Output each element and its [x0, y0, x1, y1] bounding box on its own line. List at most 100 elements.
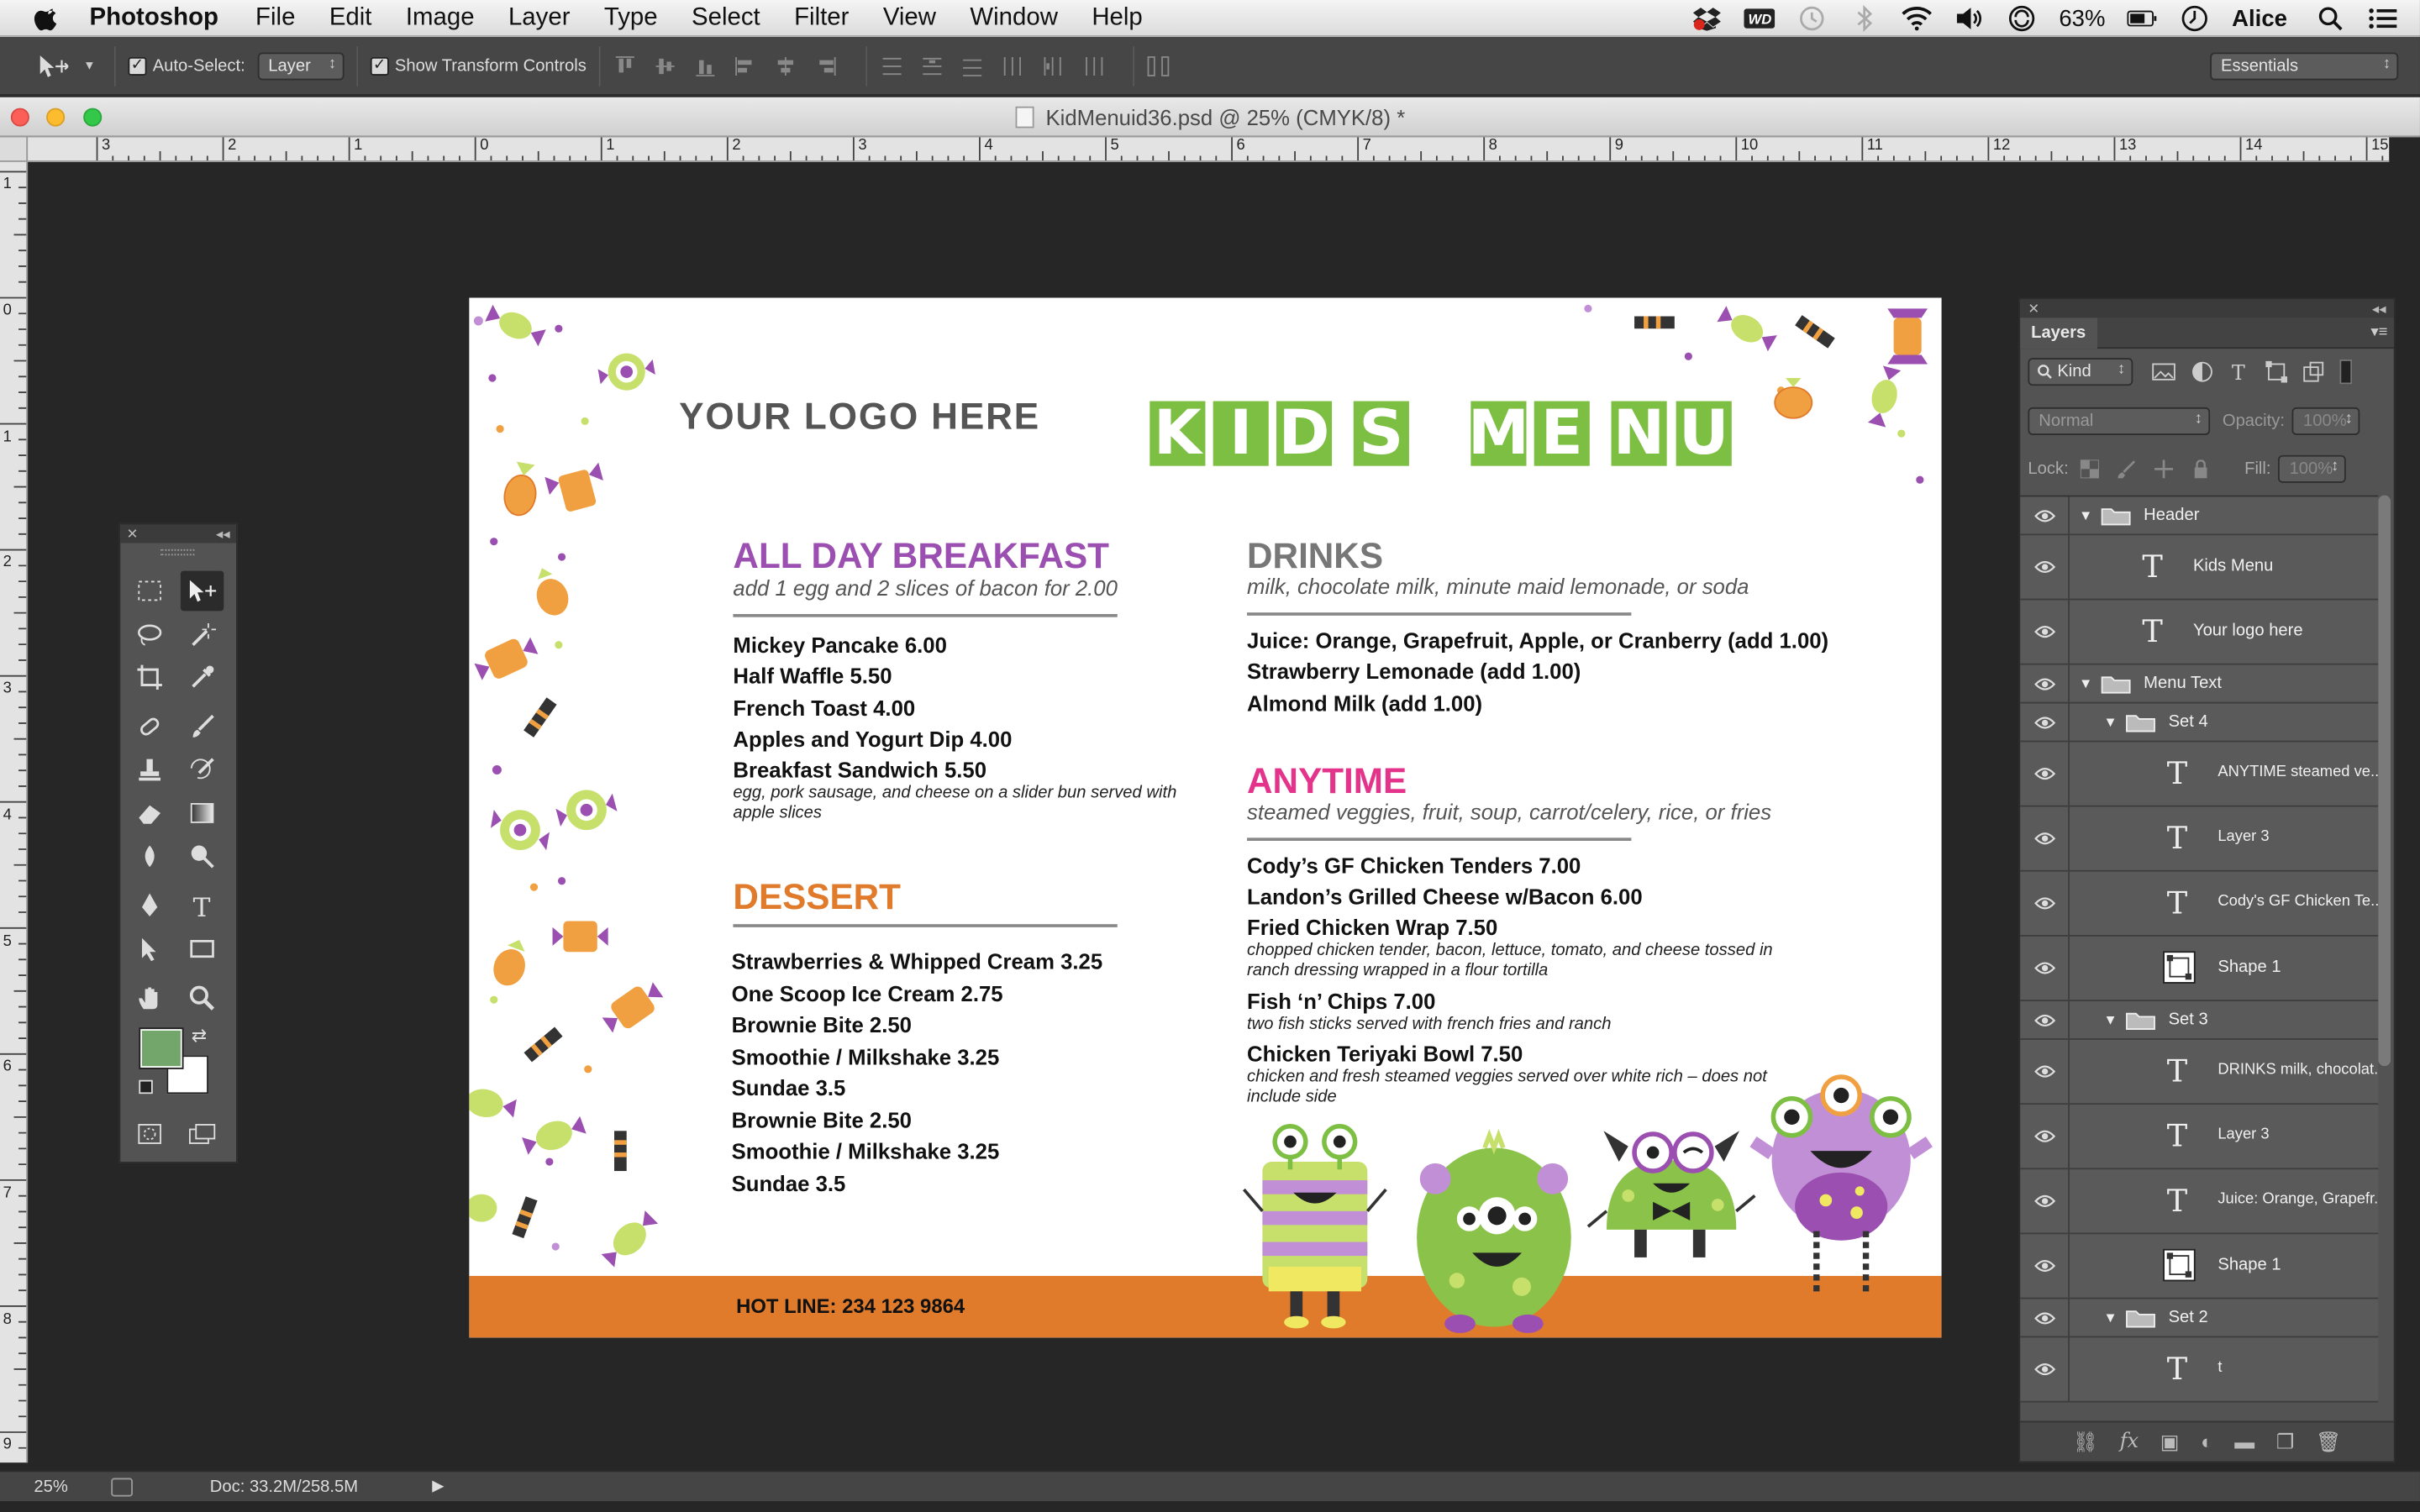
workspace-dropdown[interactable]: Essentials	[2210, 51, 2399, 80]
image-filter-icon[interactable]	[2151, 361, 2175, 383]
distribute-horizontal-centers-icon[interactable]	[1040, 52, 1065, 80]
type-filter-icon[interactable]: T	[2228, 361, 2250, 383]
layer-name[interactable]: Set 2	[2169, 1309, 2208, 1327]
menu-file[interactable]: File	[255, 4, 295, 32]
zoom-tool-icon[interactable]	[181, 978, 224, 1018]
healing-brush-tool-icon[interactable]	[128, 706, 171, 747]
time-machine-icon[interactable]	[1797, 3, 1828, 34]
filter-toggle[interactable]	[2339, 359, 2353, 385]
gradient-tool-icon[interactable]	[181, 793, 224, 833]
panel-menu-icon[interactable]: ▾≡	[2370, 324, 2387, 341]
brush-tool-icon[interactable]	[181, 706, 224, 747]
move-tool-icon[interactable]	[180, 570, 224, 612]
layer-row[interactable]: T Cody's GF Chicken Te...	[2020, 871, 2379, 937]
collapse-icon[interactable]: ◂◂	[2372, 300, 2386, 317]
hand-tool-icon[interactable]	[128, 978, 171, 1018]
layer-row[interactable]: T DRINKS milk, chocolat...	[2020, 1039, 2379, 1105]
visibility-eye-icon[interactable]	[2033, 1001, 2057, 1038]
layer-name[interactable]: Set 4	[2169, 713, 2208, 732]
menu-view[interactable]: View	[883, 4, 936, 32]
close-window-button[interactable]	[10, 108, 29, 127]
expand-triangle-icon[interactable]: ▼	[2079, 507, 2092, 522]
menu-image[interactable]: Image	[406, 4, 475, 32]
new-layer-icon[interactable]: ❐	[2276, 1430, 2294, 1454]
sync-icon[interactable]	[2007, 3, 2038, 34]
smart-object-filter-icon[interactable]	[2302, 361, 2324, 383]
auto-align-layers-icon[interactable]	[1147, 52, 1171, 80]
layer-row[interactable]: T Layer 3	[2020, 806, 2379, 872]
visibility-eye-icon[interactable]	[2033, 1105, 2057, 1168]
lock-position-icon[interactable]	[2154, 459, 2174, 479]
bluetooth-icon[interactable]	[1849, 3, 1881, 34]
visibility-eye-icon[interactable]	[2033, 496, 2057, 533]
layer-name[interactable]: t	[2217, 1359, 2222, 1376]
distribute-right-icon[interactable]	[1081, 52, 1105, 80]
delete-layer-icon[interactable]: 🗑	[2316, 1430, 2341, 1454]
wifi-icon[interactable]	[1902, 3, 1933, 34]
new-group-icon[interactable]: ▬	[2234, 1431, 2254, 1454]
layer-row[interactable]: T Juice: Orange, Grapefr...	[2020, 1169, 2379, 1235]
auto-select-dropdown[interactable]: Layer	[257, 51, 345, 80]
visibility-eye-icon[interactable]	[2033, 535, 2057, 598]
menu-help[interactable]: Help	[1092, 4, 1142, 32]
rectangular-marquee-tool-icon[interactable]	[128, 571, 171, 612]
tools-panel-header[interactable]: ✕ ◂◂	[120, 524, 237, 543]
swap-colors-icon[interactable]: ⇄	[192, 1025, 207, 1047]
visibility-eye-icon[interactable]	[2033, 1169, 2057, 1232]
user-name[interactable]: Alice	[2232, 5, 2287, 31]
layer-row[interactable]: Tt	[2020, 1337, 2379, 1403]
layer-name[interactable]: Header	[2144, 506, 2199, 524]
path-selection-tool-icon[interactable]	[128, 929, 171, 969]
layer-row[interactable]: T Kids Menu	[2020, 535, 2379, 601]
layer-name[interactable]: Your logo here	[2193, 622, 2303, 640]
menu-edit[interactable]: Edit	[329, 4, 372, 32]
layer-name[interactable]: Menu Text	[2144, 675, 2222, 693]
lock-all-icon[interactable]	[2192, 459, 2211, 479]
layer-group-row[interactable]: ▼ Set 4	[2020, 703, 2379, 743]
clock-icon[interactable]	[2180, 3, 2211, 34]
expand-triangle-icon[interactable]: ▼	[2103, 1012, 2117, 1027]
layer-style-icon[interactable]: fx	[2120, 1431, 2139, 1454]
type-tool-icon[interactable]: T	[181, 885, 224, 926]
add-mask-icon[interactable]: ▣	[2160, 1430, 2180, 1454]
auto-select-checkbox[interactable]: ✓	[128, 56, 147, 76]
close-icon[interactable]: ✕	[127, 525, 139, 542]
wd-icon[interactable]: WD	[1744, 3, 1776, 34]
visibility-eye-icon[interactable]	[2033, 937, 2057, 1000]
layer-group-row[interactable]: ▼ Menu Text	[2020, 664, 2379, 704]
visibility-eye-icon[interactable]	[2033, 742, 2057, 805]
vertical-ruler[interactable]: 1 0 1 2 3 4 5 6 7 8 9	[0, 161, 29, 1463]
clone-stamp-tool-icon[interactable]	[128, 750, 171, 790]
layer-group-row[interactable]: ▼ Set 2	[2020, 1299, 2379, 1338]
move-tool-preset-picker[interactable]: ▼	[34, 52, 96, 80]
visibility-eye-icon[interactable]	[2033, 807, 2057, 870]
tools-grip[interactable]	[160, 549, 195, 556]
visibility-eye-icon[interactable]	[2033, 665, 2057, 702]
zoom-level[interactable]: 25%	[34, 1478, 104, 1496]
layer-name[interactable]: Juice: Orange, Grapefr...	[2217, 1191, 2378, 1208]
document-canvas[interactable]: YOUR LOGO HERE K I D S M E N U ALL DAY B…	[469, 297, 1942, 1338]
rectangle-tool-icon[interactable]	[181, 929, 224, 969]
distribute-left-icon[interactable]	[1000, 52, 1024, 80]
menu-layer[interactable]: Layer	[508, 4, 571, 32]
menu-app-name[interactable]: Photoshop	[90, 4, 218, 32]
visibility-eye-icon[interactable]	[2033, 600, 2057, 663]
layer-row[interactable]: Shape 1	[2020, 936, 2379, 1002]
adjustment-layer-icon[interactable]: ◐	[2201, 1431, 2212, 1454]
spotlight-search-icon[interactable]	[2315, 3, 2346, 34]
minimize-window-button[interactable]	[46, 108, 66, 127]
menu-filter[interactable]: Filter	[794, 4, 849, 32]
fill-input[interactable]: 100%	[2278, 454, 2347, 483]
align-top-edges-icon[interactable]	[613, 52, 637, 80]
expand-triangle-icon[interactable]: ▼	[2103, 1310, 2117, 1325]
close-icon[interactable]: ✕	[2028, 300, 2039, 317]
menu-type[interactable]: Type	[604, 4, 658, 32]
adjustment-filter-icon[interactable]	[2191, 361, 2213, 383]
layer-name[interactable]: Set 3	[2169, 1011, 2208, 1029]
layer-name[interactable]: Cody's GF Chicken Te...	[2217, 893, 2378, 910]
visibility-eye-icon[interactable]	[2033, 1234, 2057, 1297]
visibility-eye-icon[interactable]	[2033, 872, 2057, 935]
link-layers-icon[interactable]: ⛓	[2073, 1430, 2098, 1454]
battery-percent[interactable]: 63%	[2059, 5, 2105, 31]
distribute-top-icon[interactable]	[880, 52, 904, 80]
